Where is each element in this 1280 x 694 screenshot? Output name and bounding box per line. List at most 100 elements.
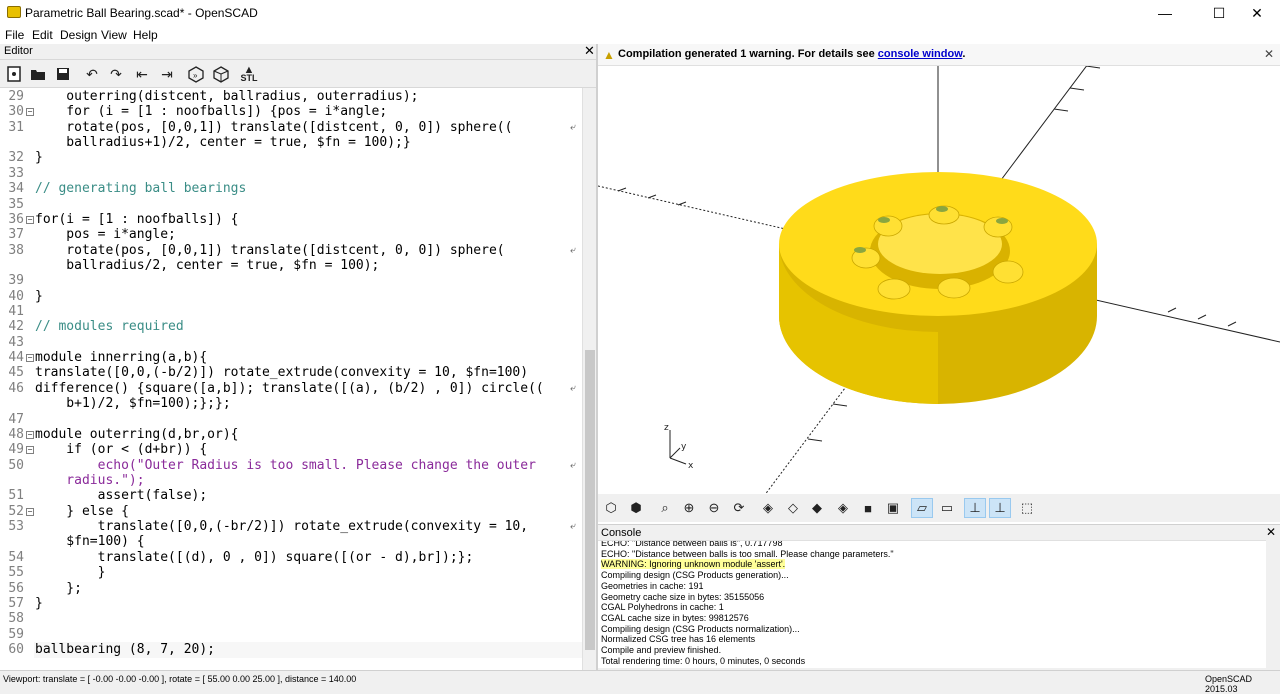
- code-line[interactable]: }: [35, 565, 106, 580]
- line-number: 54: [8, 549, 24, 565]
- line-number: 55: [8, 565, 24, 581]
- code-line[interactable]: ballbearing (8, 7, 20);: [35, 642, 215, 657]
- export-stl-icon[interactable]: ▲ STL: [240, 65, 258, 83]
- code-line[interactable]: assert(false);: [35, 488, 208, 503]
- preview-view-icon[interactable]: ⬡: [600, 498, 622, 518]
- show-scale-markers-icon[interactable]: ⊥: [989, 498, 1011, 518]
- console-output[interactable]: ECHO: "Distance between balls is", 0.717…: [598, 540, 1266, 668]
- code-line[interactable]: }: [35, 289, 43, 304]
- line-number: 45: [8, 365, 24, 381]
- code-line[interactable]: b+1)/2, $fn=100);};};: [35, 396, 230, 411]
- undo-icon[interactable]: ↶: [83, 65, 101, 83]
- code-line[interactable]: module outerring(d,br,or){: [35, 427, 239, 442]
- code-line[interactable]: module innerring(a,b){: [35, 350, 207, 365]
- code-line[interactable]: difference() {square([a,b]); translate([…: [35, 381, 544, 396]
- console-line: CGAL Polyhedrons in cache: 1: [601, 602, 724, 613]
- save-file-icon[interactable]: [54, 65, 72, 83]
- show-axes-icon[interactable]: ⊥: [964, 498, 986, 518]
- code-line[interactable]: outerring(distcent, ballradius, outerrad…: [35, 89, 418, 104]
- render-view-icon[interactable]: ⬢: [625, 498, 647, 518]
- new-file-icon[interactable]: [5, 65, 23, 83]
- code-line[interactable]: pos = i*angle;: [35, 227, 176, 242]
- code-line[interactable]: }: [35, 150, 43, 165]
- code-line[interactable]: for(i = [1 : noofballs]) {: [35, 212, 239, 227]
- code-line[interactable]: echo("Outer Radius is too small. Please …: [35, 458, 536, 473]
- code-line[interactable]: radius.");: [35, 473, 144, 488]
- code-line[interactable]: ballradius/2, center = true, $fn = 100);: [35, 258, 379, 273]
- code-line[interactable]: };: [35, 581, 82, 596]
- code-line[interactable]: }: [35, 596, 43, 611]
- window-title: Parametric Ball Bearing.scad* - OpenSCAD: [25, 6, 258, 20]
- fold-toggle-icon[interactable]: −: [26, 507, 34, 516]
- line-number: 56: [8, 580, 24, 596]
- code-line[interactable]: ballradius+1)/2, center = true, $fn = 10…: [35, 135, 410, 150]
- fold-toggle-icon[interactable]: −: [26, 215, 34, 224]
- preview-icon[interactable]: »: [187, 65, 205, 83]
- fold-toggle-icon[interactable]: −: [26, 446, 34, 455]
- zoom-in-icon[interactable]: ⊕: [678, 498, 700, 518]
- close-warning-icon[interactable]: ✕: [1264, 47, 1274, 61]
- code-editor[interactable]: 29 outerring(distcent, ballradius, outer…: [0, 88, 582, 670]
- view-all-icon[interactable]: ⌕: [654, 498, 676, 518]
- editor-scrollbar[interactable]: [582, 88, 596, 670]
- console-line: Compiling design (CSG Products generatio…: [601, 570, 789, 581]
- console-label: Console: [601, 527, 642, 539]
- orthogonal-icon[interactable]: ▭: [936, 498, 958, 518]
- show-edges-icon[interactable]: ⬚: [1016, 498, 1038, 518]
- code-line[interactable]: $fn=100) {: [35, 534, 144, 549]
- fold-toggle-icon[interactable]: −: [26, 108, 34, 117]
- open-file-icon[interactable]: [29, 65, 47, 83]
- line-number: 31: [8, 119, 24, 135]
- code-line[interactable]: translate([0,0,(-b/2)]) rotate_extrude(c…: [35, 365, 528, 380]
- code-line[interactable]: rotate(pos, [0,0,1]) translate([distcent…: [35, 120, 512, 135]
- perspective-icon[interactable]: ▱: [911, 498, 933, 518]
- view-top-icon[interactable]: ◇: [782, 498, 804, 518]
- fold-toggle-icon[interactable]: −: [26, 354, 34, 363]
- line-wrap-icon: ⤶: [570, 382, 576, 394]
- code-line[interactable]: translate([0,0,(-br/2)]) rotate_extrude(…: [35, 519, 528, 534]
- code-line[interactable]: translate([(d), 0 , 0]) square([(or - d)…: [35, 550, 474, 565]
- code-line[interactable]: for (i = [1 : noofballs]) {pos = i*angle…: [35, 104, 387, 119]
- close-window-button[interactable]: ✕: [1234, 0, 1280, 26]
- close-console-icon[interactable]: ✕: [1266, 525, 1276, 539]
- editor-label: Editor: [4, 45, 33, 57]
- indent-icon[interactable]: ⇥: [158, 65, 176, 83]
- menu-file[interactable]: File: [5, 28, 24, 42]
- line-number: 35: [8, 196, 24, 212]
- code-line[interactable]: // generating ball bearings: [35, 181, 246, 196]
- view-bottom-icon[interactable]: ◆: [806, 498, 828, 518]
- editor-scrollbar-thumb[interactable]: [585, 350, 595, 650]
- menu-edit[interactable]: Edit: [32, 28, 53, 42]
- code-line[interactable]: if (or < (d+br)) {: [35, 442, 207, 457]
- menu-help[interactable]: Help: [133, 28, 158, 42]
- line-number: 39: [8, 273, 24, 289]
- console-line: Compile and preview finished.: [601, 645, 722, 655]
- svg-text:»: »: [193, 71, 198, 80]
- menu-design[interactable]: Design: [60, 28, 97, 42]
- minimize-button[interactable]: —: [1142, 0, 1188, 26]
- unindent-icon[interactable]: ⇤: [133, 65, 151, 83]
- console-window-link[interactable]: console window: [878, 48, 963, 60]
- title-bar: Parametric Ball Bearing.scad* - OpenSCAD…: [0, 0, 1280, 26]
- console-line: Geometries in cache: 191: [601, 580, 704, 591]
- console-line: CGAL cache size in bytes: 99812576: [601, 612, 749, 623]
- redo-icon[interactable]: ↷: [107, 65, 125, 83]
- line-number: 36: [8, 211, 24, 227]
- close-editor-icon[interactable]: ✕: [584, 43, 595, 59]
- code-line[interactable]: // modules required: [35, 319, 184, 334]
- view-right-icon[interactable]: ◈: [757, 498, 779, 518]
- reset-view-icon[interactable]: ⟳: [728, 498, 750, 518]
- view-back-icon[interactable]: ▣: [882, 498, 904, 518]
- 3d-viewport[interactable]: z x y: [598, 44, 1280, 524]
- menu-view[interactable]: View: [101, 28, 127, 42]
- zoom-out-icon[interactable]: ⊖: [703, 498, 725, 518]
- view-front-icon[interactable]: ■: [857, 498, 879, 518]
- line-number: 51: [8, 488, 24, 504]
- code-line[interactable]: rotate(pos, [0,0,1]) translate([distcent…: [35, 243, 504, 258]
- view-left-icon[interactable]: ◈: [832, 498, 854, 518]
- code-line[interactable]: } else {: [35, 504, 129, 519]
- console-scrollbar[interactable]: [1266, 540, 1280, 668]
- fold-toggle-icon[interactable]: −: [26, 430, 34, 439]
- line-number: 38: [8, 242, 24, 258]
- render-icon[interactable]: [212, 65, 230, 83]
